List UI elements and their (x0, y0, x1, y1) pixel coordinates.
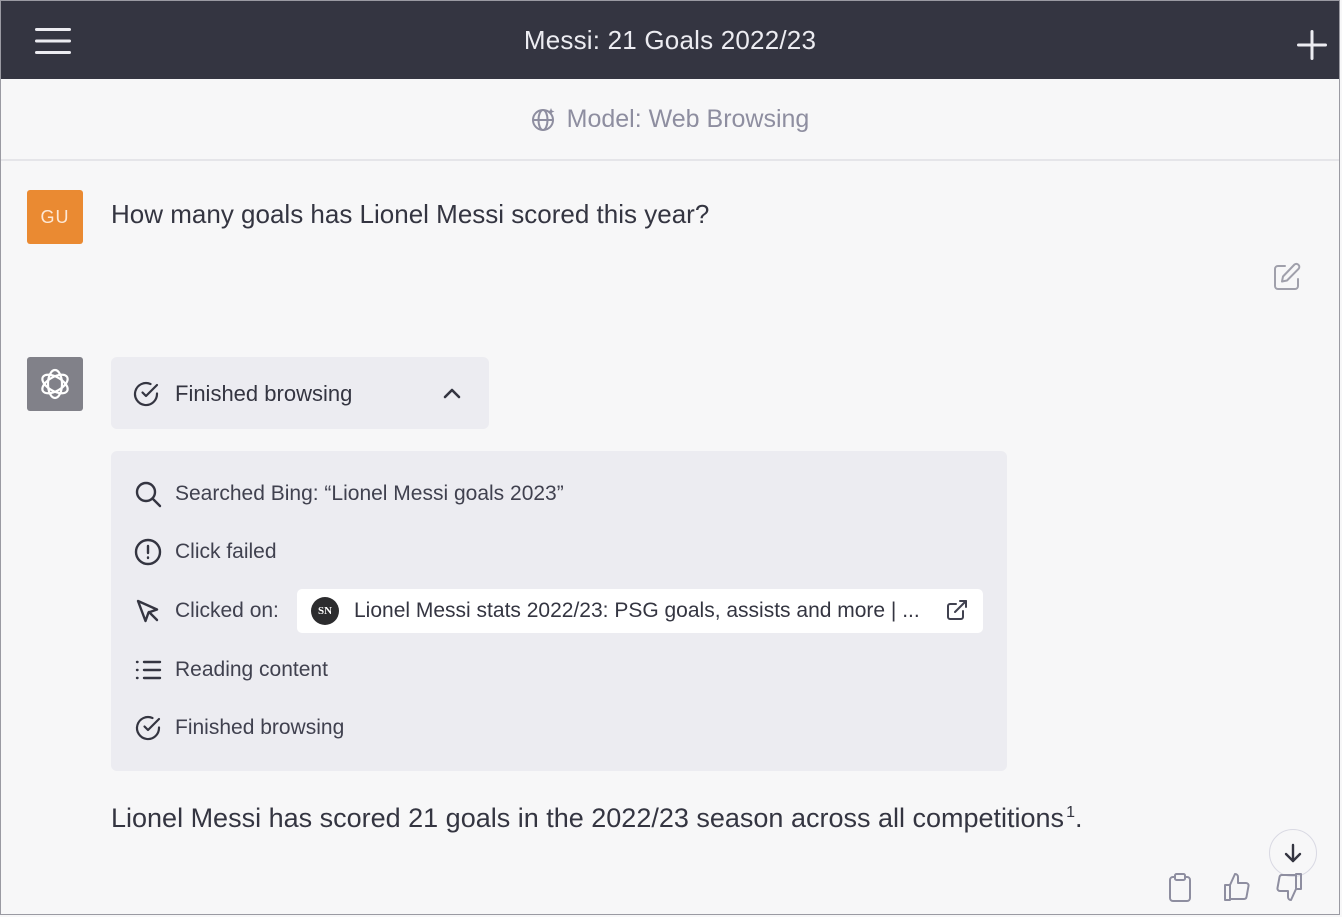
step-search-text: Searched Bing: “Lionel Messi goals 2023” (175, 482, 564, 505)
step-reading: Reading content (133, 650, 328, 690)
cursor-icon (136, 599, 159, 623)
external-link-icon (947, 600, 967, 620)
assistant-message: Finished browsing Searched Bing: “Lionel… (1, 329, 1339, 914)
alert-circle-icon (134, 538, 162, 566)
user-message: GU How many goals has Lionel Messi score… (1, 161, 1339, 330)
globe-sparkle-icon (531, 108, 555, 131)
step-finished: Finished browsing (133, 708, 344, 748)
model-indicator: Model: Web Browsing (1, 79, 1339, 161)
browsing-toggle-label: Finished browsing (175, 381, 353, 406)
browsing-toggle[interactable]: Finished browsing (111, 357, 489, 429)
plus-icon[interactable] (1295, 28, 1329, 62)
model-label: Model: Web Browsing (566, 104, 810, 133)
step-click-failed-text: Click failed (175, 540, 277, 563)
chat-title: Messi: 21 Goals 2022/23 (523, 24, 817, 55)
answer-end: . (1074, 803, 1083, 833)
step-finished-text: Finished browsing (175, 716, 345, 739)
step-reading-text: Reading content (175, 658, 328, 681)
scroll-to-bottom-button[interactable] (1269, 829, 1317, 877)
source-link[interactable]: SN Lionel Messi stats 2022/23: PSG goals… (297, 589, 983, 633)
source-link-title: Lionel Messi stats 2022/23: PSG goals, a… (354, 599, 920, 622)
browsing-steps-panel: Searched Bing: “Lionel Messi goals 2023”… (111, 451, 1007, 771)
user-message-text: How many goals has Lionel Messi scored t… (111, 199, 710, 229)
assistant-answer: Lionel Messi has scored 21 goals in the … (111, 803, 1082, 834)
step-search: Searched Bing: “Lionel Messi goals 2023” (133, 474, 564, 514)
openai-logo-icon (27, 357, 83, 411)
hamburger-menu-icon[interactable] (33, 25, 73, 57)
step-click-failed: Click failed (133, 532, 277, 572)
step-clicked-on-text: Clicked on: (175, 599, 279, 622)
list-icon (135, 660, 162, 680)
check-circle-icon (133, 381, 159, 407)
answer-text: Lionel Messi has scored 21 goals in the … (111, 803, 1065, 833)
arrow-down-icon (1284, 843, 1302, 863)
chat-window: Messi: 21 Goals 2022/23 Model: Web Brows… (0, 0, 1340, 915)
sporting-news-favicon: SN (311, 597, 339, 625)
thumbs-down-icon[interactable] (1273, 871, 1305, 903)
header-bar: Messi: 21 Goals 2022/23 (1, 1, 1339, 79)
check-circle-icon (135, 715, 161, 741)
citation-marker[interactable]: 1 (1066, 804, 1075, 821)
search-icon (135, 481, 162, 508)
clipboard-icon[interactable] (1164, 871, 1196, 903)
chevron-up-icon (443, 388, 461, 399)
thumbs-up-icon[interactable] (1221, 871, 1253, 903)
edit-icon[interactable] (1271, 261, 1303, 293)
user-avatar: GU (27, 190, 83, 244)
step-clicked-on: Clicked on: (133, 591, 279, 631)
